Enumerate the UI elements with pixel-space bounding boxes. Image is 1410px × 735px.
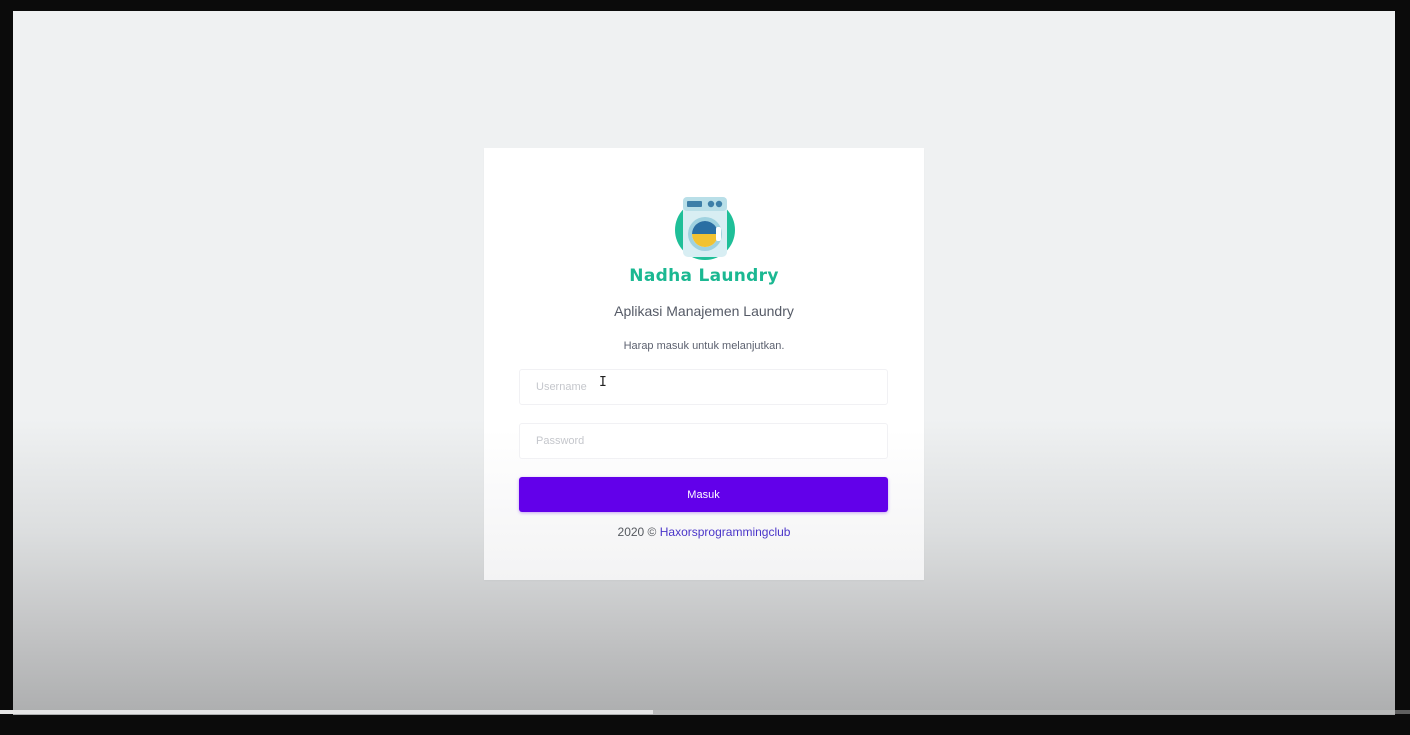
login-prompt: Harap masuk untuk melanjutkan. (623, 340, 785, 352)
login-card: Nadha Laundry Aplikasi Manajemen Laundry… (484, 148, 924, 580)
footer-copyright: 2020 © (617, 525, 660, 539)
text-cursor-icon: I (599, 375, 607, 390)
footer-link[interactable]: Haxorsprogrammingclub (660, 525, 791, 539)
brand-name: Nadha Laundry (629, 266, 779, 286)
footer: 2020 © Haxorsprogrammingclub (484, 525, 924, 539)
video-progress-fill (0, 710, 653, 714)
password-input[interactable] (519, 423, 888, 459)
page-background: Nadha Laundry Aplikasi Manajemen Laundry… (13, 11, 1395, 715)
username-input[interactable] (519, 369, 888, 405)
app-title: Aplikasi Manajemen Laundry (614, 303, 794, 319)
washing-machine-icon (675, 197, 735, 260)
video-progress-bar[interactable] (0, 710, 1410, 714)
login-button[interactable]: Masuk (519, 477, 888, 512)
